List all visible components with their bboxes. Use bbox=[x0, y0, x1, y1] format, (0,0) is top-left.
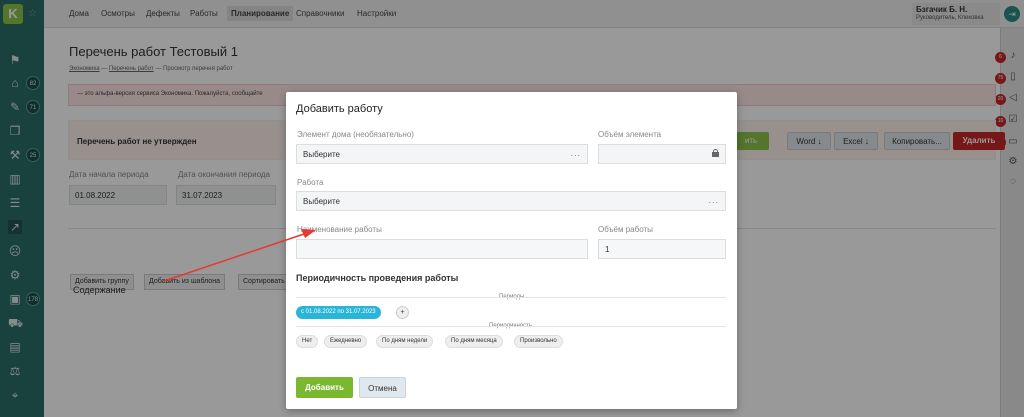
frequency-divider bbox=[296, 326, 726, 327]
work-name-input[interactable] bbox=[296, 239, 588, 259]
cancel-button[interactable]: Отмена bbox=[359, 377, 406, 398]
element-volume-label: Объём элемента bbox=[598, 130, 662, 139]
freq-weekdays[interactable]: По дням недели bbox=[376, 335, 434, 348]
ellipsis-icon: ... bbox=[708, 195, 719, 205]
freq-daily[interactable]: Ежедневно bbox=[324, 335, 368, 348]
work-volume-input[interactable]: 1 bbox=[598, 239, 726, 259]
work-label: Работа bbox=[297, 178, 324, 187]
freq-arbitrary[interactable]: Произвольно bbox=[514, 335, 563, 348]
ellipsis-icon: ... bbox=[570, 148, 581, 158]
work-select-value: Выберите bbox=[303, 197, 340, 206]
freq-monthdays[interactable]: По дням месяца bbox=[445, 335, 503, 348]
period-chip[interactable]: с 01.08.2022 по 31.07.2023 bbox=[296, 306, 381, 319]
add-button[interactable]: Добавить bbox=[296, 377, 353, 398]
periodicity-title: Периодичность проведения работы bbox=[296, 273, 459, 283]
add-work-modal: Добавить работу Элемент дома (необязател… bbox=[286, 92, 737, 409]
work-select[interactable]: Выберите ... bbox=[296, 191, 726, 211]
work-volume-label: Объём работы bbox=[598, 225, 653, 234]
element-select-value: Выберите bbox=[303, 150, 340, 159]
periods-divider bbox=[296, 297, 726, 298]
add-period-button[interactable]: + bbox=[396, 306, 409, 319]
modal-title: Добавить работу bbox=[296, 103, 383, 115]
lock-icon bbox=[712, 149, 719, 157]
element-volume-field bbox=[598, 144, 726, 164]
element-label: Элемент дома (необязательно) bbox=[297, 130, 414, 139]
work-name-label: Наименование работы bbox=[297, 225, 382, 234]
freq-none[interactable]: Нет bbox=[296, 335, 319, 348]
element-select[interactable]: Выберите ... bbox=[296, 144, 588, 164]
